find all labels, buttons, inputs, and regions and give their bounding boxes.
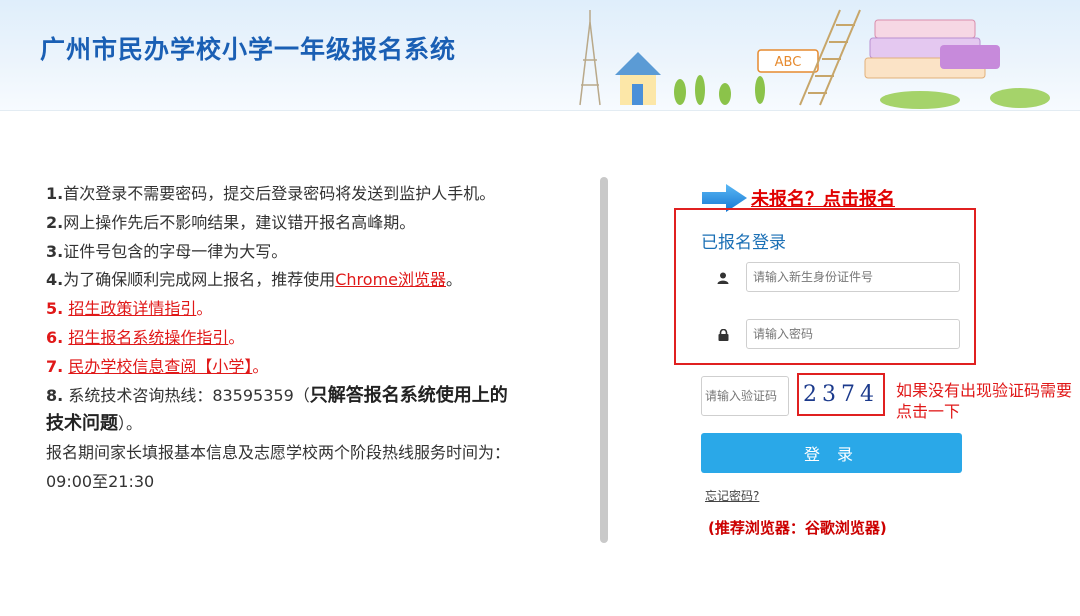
forgot-password-link[interactable]: 忘记密码? [705, 487, 759, 504]
note-number: 3. [46, 241, 64, 261]
header-illustration: ABC [579, 9, 1050, 109]
login-button[interactable]: 登 录 [701, 433, 962, 473]
captcha-input[interactable] [701, 376, 789, 416]
user-icon [701, 262, 745, 294]
captcha-hint: 如果没有出现验证码需要点击一下 [896, 381, 1073, 421]
notice-list: 1.首次登录不需要密码，提交后登录密码将发送到监护人手机。 2.网上操作先后不影… [46, 180, 516, 497]
note-7: 7. 民办学校信息查阅【小学】。 [46, 353, 516, 382]
password-input[interactable] [746, 319, 960, 349]
note-3: 3.证件号包含的字母一律为大写。 [46, 238, 516, 267]
browser-recommendation: (推荐浏览器：谷歌浏览器) [708, 519, 887, 537]
note-text: 系统技术咨询热线：83595359（ [68, 385, 310, 405]
note-text: 证件号包含的字母一律为大写。 [63, 241, 288, 261]
note-text: 网上操作先后不影响结果，建议错开报名高峰期。 [63, 212, 416, 232]
site-title: 广州市民办学校小学一年级报名系统 [40, 35, 457, 64]
header-banner: 广州市民办学校小学一年级报名系统 ABC [0, 0, 1080, 111]
note-4: 4.为了确保顺利完成网上报名，推荐使用Chrome浏览器。 [46, 266, 516, 295]
note-end: 。 [252, 356, 269, 376]
vertical-divider [600, 177, 608, 543]
note-5: 5. 招生政策详情指引。 [46, 295, 516, 324]
note-8: 8. 系统技术咨询热线：83595359（只解答报名系统使用上的技术问题）。 [46, 382, 516, 440]
captcha-image[interactable]: 2374 [797, 373, 885, 416]
note-end: 。 [446, 270, 463, 290]
system-guide-link[interactable]: 招生报名系统操作指引 [68, 328, 228, 347]
note-1: 1.首次登录不需要密码，提交后登录密码将发送到监护人手机。 [46, 180, 516, 209]
note-6: 6. 招生报名系统操作指引。 [46, 324, 516, 353]
password-field [701, 319, 962, 351]
note-text: 首次登录不需要密码，提交后登录密码将发送到监护人手机。 [63, 184, 496, 203]
note-end: 。 [196, 299, 213, 319]
policy-guide-link[interactable]: 招生政策详情指引 [68, 299, 196, 318]
lock-icon [701, 319, 745, 351]
note-2: 2.网上操作先后不影响结果，建议错开报名高峰期。 [46, 209, 516, 238]
note-number: 5. [46, 299, 64, 319]
note-number: 2. [46, 212, 64, 232]
id-number-input[interactable] [746, 262, 960, 292]
note-text: 为了确保顺利完成网上报名，推荐使用 [63, 270, 336, 290]
note-number: 6. [46, 327, 64, 347]
note-number: 1. [46, 184, 64, 203]
note-number: 8. [46, 385, 64, 405]
login-title: 已报名登录 [701, 233, 786, 253]
id-number-field [701, 262, 962, 294]
school-info-link[interactable]: 民办学校信息查阅【小学】 [68, 357, 252, 376]
note-number: 7. [46, 356, 64, 376]
hotline-note: 报名期间家长填报基本信息及志愿学校两个阶段热线服务时间为：09:00至21:30 [46, 443, 511, 491]
note-end: 。 [228, 327, 245, 347]
sign-text: ABC [775, 55, 802, 70]
note-end: ）。 [118, 414, 143, 434]
chrome-browser-link[interactable]: Chrome浏览器 [335, 270, 446, 289]
note-number: 4. [46, 270, 64, 290]
